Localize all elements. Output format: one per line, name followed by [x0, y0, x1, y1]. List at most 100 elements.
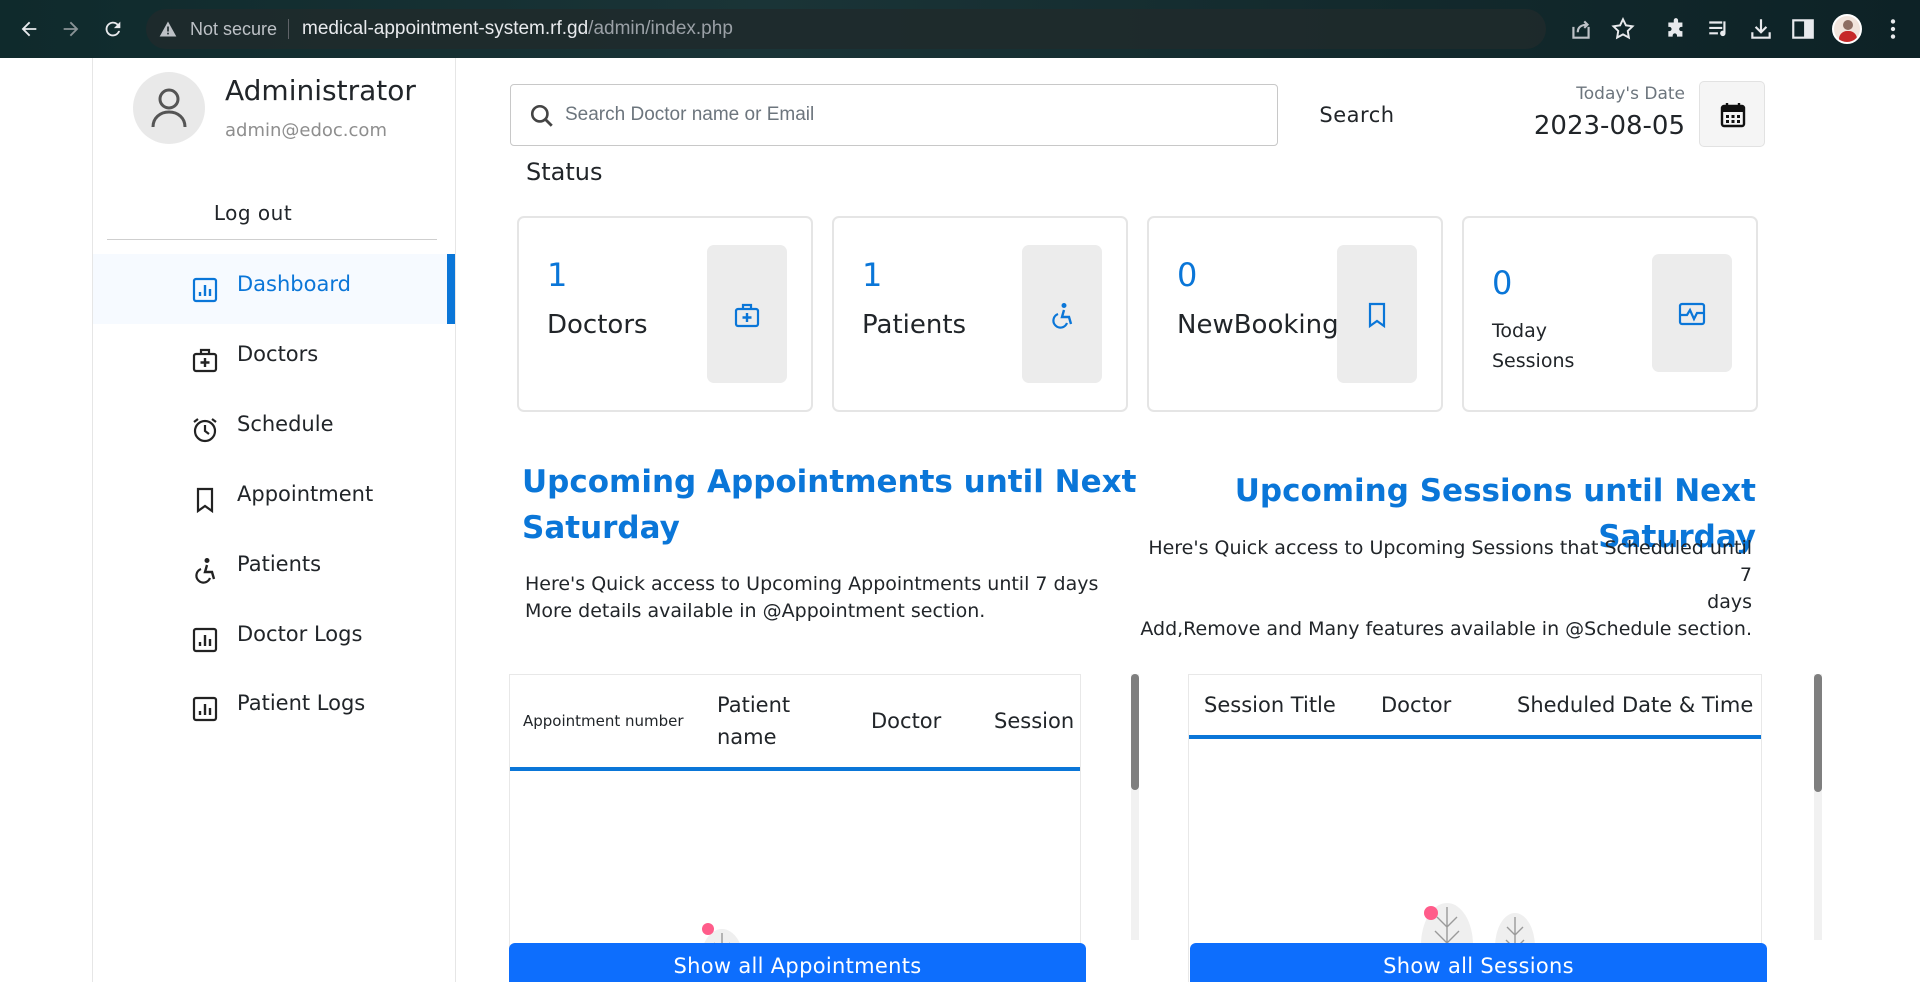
dashboard-icon	[191, 276, 219, 304]
url-text: medical-appointment-system.rf.gd/admin/i…	[302, 18, 733, 40]
sidebar-item-patients[interactable]: Patients	[93, 534, 455, 604]
sidebar-item-dashboard[interactable]: Dashboard	[93, 254, 455, 324]
appointments-scrollbar[interactable]	[1131, 674, 1139, 940]
description-line: Here's Quick access to Upcoming Sessions…	[1148, 537, 1752, 586]
todays-date-label: Today's Date	[1576, 84, 1685, 104]
session-pulse-icon	[1678, 302, 1706, 326]
upcoming-appointments-description: Here's Quick access to Upcoming Appointm…	[525, 571, 1098, 625]
calendar-button[interactable]	[1699, 81, 1765, 147]
sessions-scrollbar[interactable]	[1814, 674, 1822, 940]
card-count: 0	[1177, 256, 1198, 294]
heading-line: Upcoming Appointments until Next	[522, 464, 1137, 500]
appointments-table-header: Appointment number Patient name Doctor Se…	[510, 675, 1080, 771]
doctor-logs-icon	[191, 626, 219, 654]
download-icon[interactable]	[1748, 16, 1774, 42]
column-session-title: Session Title	[1204, 693, 1336, 717]
column-patient-name-line: Patient	[717, 693, 791, 717]
search-icon	[530, 104, 553, 127]
patient-icon	[1052, 303, 1073, 329]
card-label-line: Sessions	[1492, 350, 1575, 372]
heading-line: Saturday	[522, 510, 680, 546]
doctors-count-card: 1 Doctors	[517, 216, 813, 412]
appointments-scrollbar-thumb[interactable]	[1131, 674, 1139, 790]
more-menu-icon[interactable]	[1880, 16, 1906, 42]
column-doctor: Doctor	[871, 709, 942, 733]
doctors-icon	[191, 346, 219, 374]
sidebar-divider	[107, 239, 437, 240]
upcoming-sessions-description: Here's Quick access to Upcoming Sessions…	[1140, 535, 1752, 643]
search-input[interactable]: Search Doctor name or Email	[510, 84, 1278, 146]
show-all-appointments-button[interactable]: Show all Appointments	[509, 943, 1086, 982]
card-label-line: Today	[1492, 320, 1547, 342]
url-host: medical-appointment-system.rf.gd	[302, 18, 589, 39]
sessions-table: Session Title Doctor Sheduled Date & Tim…	[1188, 674, 1762, 982]
logout-button[interactable]: Log out	[93, 201, 413, 225]
sidebar-item-appointment[interactable]: Appointment	[93, 464, 455, 534]
url-path: /admin/index.php	[588, 18, 733, 39]
card-count: 1	[547, 256, 568, 294]
description-line: days	[1707, 591, 1752, 613]
admin-avatar	[133, 72, 205, 144]
back-icon[interactable]	[14, 14, 44, 44]
patients-icon	[191, 556, 219, 584]
address-bar[interactable]: Not secure medical-appointment-system.rf…	[146, 9, 1546, 49]
card-count: 0	[1492, 264, 1513, 302]
card-icon-box	[1022, 245, 1102, 383]
card-icon-box	[707, 245, 787, 383]
column-doctor: Doctor	[1381, 693, 1452, 717]
card-icon-box	[1652, 254, 1732, 372]
sidebar-item-doctors[interactable]: Doctors	[93, 324, 455, 394]
search-button[interactable]: Search	[1300, 84, 1414, 146]
column-patient-name: Patient name	[717, 689, 790, 753]
profile-body-shape	[1839, 31, 1857, 42]
description-line: Here's Quick access to Upcoming Appointm…	[525, 573, 1099, 595]
todays-date-value: 2023-08-05	[1533, 111, 1685, 141]
today-sessions-count-card: 0 Today Sessions	[1462, 216, 1758, 412]
sidebar-item-patient-logs[interactable]: Patient Logs	[93, 673, 455, 743]
card-icon-box	[1337, 245, 1417, 383]
card-label: Patients	[862, 310, 967, 340]
reload-icon[interactable]	[98, 14, 128, 44]
column-patient-name-line: name	[717, 725, 777, 749]
new-booking-count-card: 0 NewBooking	[1147, 216, 1443, 412]
user-icon	[151, 88, 187, 128]
upcoming-appointments-heading: Upcoming Appointments until Next Saturday	[522, 459, 1136, 551]
share-icon[interactable]	[1568, 16, 1594, 42]
sessions-table-header: Session Title Doctor Sheduled Date & Tim…	[1189, 675, 1761, 739]
card-label: NewBooking	[1177, 310, 1339, 340]
address-separator	[288, 19, 289, 39]
sidebar-item-label: Doctor Logs	[237, 622, 363, 646]
sidebar: Administrator admin@edoc.com Log out Das…	[92, 58, 456, 982]
sidebar-item-label: Schedule	[237, 412, 334, 436]
patient-logs-icon	[191, 695, 219, 723]
sidebar-item-label: Patient Logs	[237, 691, 366, 715]
warning-icon	[159, 21, 177, 37]
bookmark-icon	[1368, 302, 1386, 329]
column-scheduled-datetime: Sheduled Date & Time	[1517, 693, 1754, 717]
sidebar-item-label: Doctors	[237, 342, 319, 366]
forward-icon[interactable]	[56, 14, 86, 44]
card-label: Doctors	[547, 310, 648, 340]
sidebar-item-schedule[interactable]: Schedule	[93, 394, 455, 464]
sidebar-item-doctor-logs[interactable]: Doctor Logs	[93, 604, 455, 674]
security-label: Not secure	[190, 19, 278, 39]
media-icon[interactable]	[1706, 16, 1732, 42]
patients-count-card: 1 Patients	[832, 216, 1128, 412]
show-all-sessions-button[interactable]: Show all Sessions	[1190, 943, 1767, 982]
card-count: 1	[862, 256, 883, 294]
profile-head-shape	[1843, 20, 1853, 30]
side-panel-icon[interactable]	[1790, 16, 1816, 42]
description-line: More details available in @Appointment s…	[525, 600, 986, 622]
doctor-bag-icon	[734, 303, 760, 328]
star-icon[interactable]	[1610, 16, 1636, 42]
column-appointment-number: Appointment number	[523, 712, 684, 730]
extensions-icon[interactable]	[1664, 16, 1690, 42]
sidebar-item-label: Dashboard	[237, 272, 351, 296]
status-heading: Status	[526, 158, 603, 186]
appointment-icon	[191, 486, 219, 514]
appointments-table: Appointment number Patient name Doctor Se…	[509, 674, 1081, 982]
schedule-icon	[191, 416, 219, 444]
sessions-scrollbar-thumb[interactable]	[1814, 674, 1822, 792]
profile-avatar[interactable]	[1832, 14, 1862, 44]
admin-name: Administrator	[225, 74, 416, 107]
